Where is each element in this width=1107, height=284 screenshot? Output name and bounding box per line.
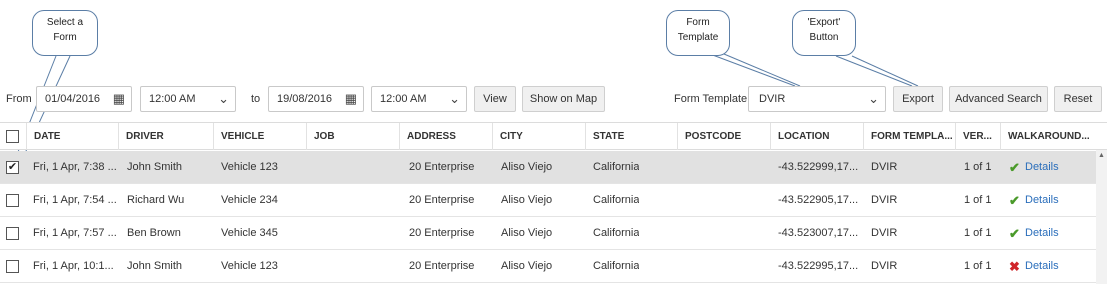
details-link[interactable]: Details [1025, 217, 1059, 250]
version-cell: 1 of 1 [964, 260, 992, 272]
column-header-address[interactable]: ADDRESS [399, 123, 492, 150]
select-all-checkbox[interactable] [6, 130, 19, 143]
table-row[interactable]: Fri, 1 Apr, 7:54 ... Richard Wu Vehicle 23… [0, 184, 1096, 217]
column-header-walkaround[interactable]: WALKAROUND... [1000, 123, 1096, 150]
check-icon: ✔ [1009, 160, 1020, 175]
column-header-city[interactable]: CITY [492, 123, 585, 150]
state-cell: California [593, 227, 640, 239]
form-template-value: DVIR [759, 93, 786, 105]
column-header-vehicle[interactable]: VEHICLE [213, 123, 306, 150]
driver-cell: John Smith [127, 260, 183, 272]
driver-cell: Ben Brown [127, 227, 181, 239]
vehicle-cell: Vehicle 123 [221, 161, 278, 173]
reset-button[interactable]: Reset [1054, 86, 1102, 112]
from-time-select[interactable]: 12:00 AM ⌄ [140, 86, 236, 112]
show-on-map-button[interactable]: Show on Map [522, 86, 605, 112]
state-cell: California [593, 161, 640, 173]
to-date-value: 19/08/2016 [277, 93, 333, 105]
column-header-form-template[interactable]: FORM TEMPLA... [863, 123, 955, 150]
date-cell: Fri, 1 Apr, 10:1... [33, 260, 114, 272]
vehicle-cell: Vehicle 345 [221, 227, 278, 239]
table-row[interactable]: Fri, 1 Apr, 10:1... John Smith Vehicle 123… [0, 250, 1096, 283]
callout-select-form: Select a Form [32, 10, 98, 56]
from-date-value: 01/04/2016 [45, 93, 101, 105]
row-checkbox[interactable] [6, 227, 19, 240]
driver-cell: Richard Wu [127, 194, 185, 206]
details-link[interactable]: Details [1025, 151, 1059, 184]
column-header-version[interactable]: VER... [955, 123, 1000, 150]
export-button[interactable]: Export [893, 86, 943, 112]
check-icon: ✔ [1009, 226, 1020, 241]
vertical-scrollbar[interactable]: ▲ [1096, 150, 1107, 284]
check-icon: ✔ [1009, 193, 1020, 208]
city-cell: Aliso Viejo [501, 161, 553, 173]
to-time-value: 12:00 AM [380, 93, 427, 105]
view-button[interactable]: View [474, 86, 516, 112]
column-header-job[interactable]: JOB [306, 123, 399, 150]
vehicle-cell: Vehicle 234 [221, 194, 278, 206]
from-time-value: 12:00 AM [149, 93, 196, 105]
column-header-location[interactable]: LOCATION [770, 123, 863, 150]
date-cell: Fri, 1 Apr, 7:38 ... [33, 161, 117, 173]
to-date-input[interactable]: 19/08/2016 ▦ [268, 86, 364, 112]
form-template-cell: DVIR [871, 260, 898, 272]
date-cell: Fri, 1 Apr, 7:54 ... [33, 194, 117, 206]
address-cell: 20 Enterprise [409, 227, 475, 239]
location-cell: -43.522995,17... [778, 260, 859, 272]
location-cell: -43.523007,17... [778, 227, 859, 239]
vehicle-cell: Vehicle 123 [221, 260, 278, 272]
chevron-down-icon: ⌄ [449, 91, 460, 106]
address-cell: 20 Enterprise [409, 194, 475, 206]
table-header: DATE DRIVER VEHICLE JOB ADDRESS CITY STA… [0, 122, 1107, 150]
location-cell: -43.522999,17... [778, 161, 859, 173]
city-cell: Aliso Viejo [501, 194, 553, 206]
advanced-search-button[interactable]: Advanced Search [949, 86, 1048, 112]
calendar-icon[interactable]: ▦ [113, 87, 125, 111]
cross-icon: ✖ [1009, 259, 1020, 274]
column-header-driver[interactable]: DRIVER [118, 123, 213, 150]
address-cell: 20 Enterprise [409, 161, 475, 173]
from-label: From [6, 93, 32, 105]
form-template-cell: DVIR [871, 227, 898, 239]
scroll-up-arrow-icon[interactable]: ▲ [1098, 152, 1105, 159]
callout-form-template: Form Template [666, 10, 730, 56]
chevron-down-icon: ⌄ [868, 91, 879, 106]
calendar-icon[interactable]: ▦ [345, 87, 357, 111]
version-cell: 1 of 1 [964, 161, 992, 173]
form-template-label: Form Template: [674, 93, 751, 105]
version-cell: 1 of 1 [964, 227, 992, 239]
row-checkbox[interactable] [6, 260, 19, 273]
date-cell: Fri, 1 Apr, 7:57 ... [33, 227, 117, 239]
form-template-select[interactable]: DVIR ⌄ [748, 86, 886, 112]
form-template-cell: DVIR [871, 161, 898, 173]
from-date-input[interactable]: 01/04/2016 ▦ [36, 86, 132, 112]
table-row[interactable]: ✔ Fri, 1 Apr, 7:38 ... John Smith Vehicle 1… [0, 151, 1096, 184]
location-cell: -43.522905,17... [778, 194, 859, 206]
column-header-date[interactable]: DATE [26, 123, 118, 150]
column-header-state[interactable]: STATE [585, 123, 677, 150]
chevron-down-icon: ⌄ [218, 91, 229, 106]
callout-export-button: 'Export' Button [792, 10, 856, 56]
column-header-postcode[interactable]: POSTCODE [677, 123, 770, 150]
form-template-cell: DVIR [871, 194, 898, 206]
state-cell: California [593, 260, 640, 272]
city-cell: Aliso Viejo [501, 260, 553, 272]
version-cell: 1 of 1 [964, 194, 992, 206]
details-link[interactable]: Details [1025, 184, 1059, 217]
state-cell: California [593, 194, 640, 206]
to-time-select[interactable]: 12:00 AM ⌄ [371, 86, 467, 112]
to-label: to [251, 93, 261, 105]
table-row[interactable]: Fri, 1 Apr, 7:57 ... Ben Brown Vehicle 345… [0, 217, 1096, 250]
row-checkbox[interactable] [6, 194, 19, 207]
city-cell: Aliso Viejo [501, 227, 553, 239]
row-checkbox[interactable]: ✔ [6, 161, 19, 174]
address-cell: 20 Enterprise [409, 260, 475, 272]
details-link[interactable]: Details [1025, 250, 1059, 283]
driver-cell: John Smith [127, 161, 183, 173]
